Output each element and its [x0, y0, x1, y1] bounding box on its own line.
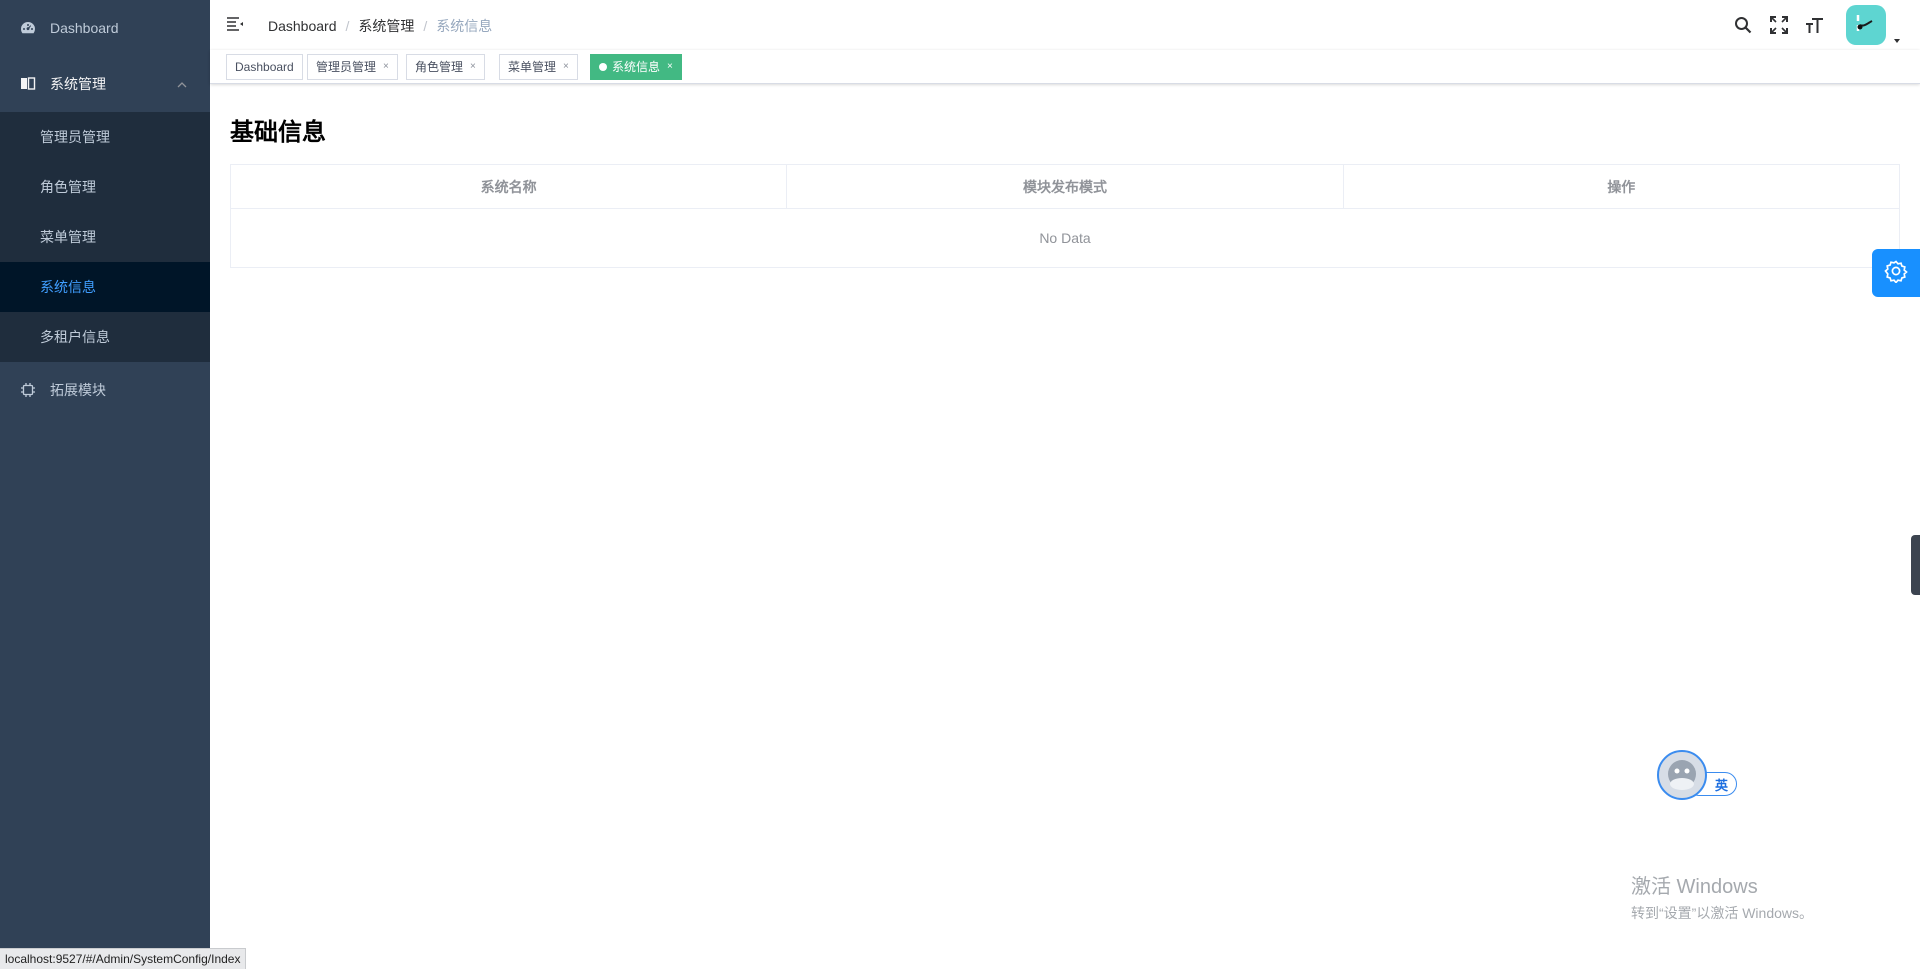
tags-view: Dashboard 管理员管理 × 角色管理 × 菜单管理 × 系统信息 ×	[210, 50, 1920, 84]
edge-panel-handle[interactable]	[1911, 535, 1920, 595]
sidebar-item-admin-management[interactable]: 管理员管理	[0, 112, 210, 162]
user-dropdown[interactable]	[1846, 5, 1902, 45]
page-title: 基础信息	[230, 119, 326, 146]
ime-mascot-icon	[1657, 750, 1707, 800]
tag-admin-management[interactable]: 管理员管理 ×	[307, 54, 398, 80]
close-icon[interactable]: ×	[383, 55, 389, 79]
tag-role-management[interactable]: 角色管理 ×	[406, 54, 485, 80]
breadcrumb-separator: /	[345, 18, 350, 34]
sidebar-item-dashboard[interactable]: Dashboard	[0, 0, 210, 56]
windows-activation-watermark: 激活 Windows 转到“设置”以激活 Windows。	[1631, 870, 1813, 923]
sidebar-item-menu-management[interactable]: 菜单管理	[0, 212, 210, 262]
avatar[interactable]	[1846, 5, 1886, 45]
breadcrumb: Dashboard / 系统管理 / 系统信息	[268, 16, 492, 36]
column-header-actions: 操作	[1607, 178, 1636, 195]
sidebar-item-tenant-info[interactable]: 多租户信息	[0, 312, 210, 362]
settings-button[interactable]	[1872, 249, 1920, 297]
close-icon[interactable]: ×	[470, 55, 476, 79]
dashboard-icon	[20, 20, 36, 36]
search-icon[interactable]	[1732, 14, 1754, 36]
sidebar-item-system-info[interactable]: 系统信息	[0, 262, 210, 312]
sidebar-item-label: 角色管理	[40, 179, 96, 195]
submenu-system: 管理员管理 角色管理 菜单管理 系统信息 多租户信息	[0, 112, 210, 362]
column-header-publish-mode: 模块发布模式	[787, 165, 1344, 208]
hamburger-icon[interactable]	[225, 14, 245, 34]
sidebar-item-label: 管理员管理	[40, 129, 110, 145]
sidebar-item-label: 系统信息	[40, 279, 96, 295]
fullscreen-icon[interactable]	[1768, 14, 1790, 36]
watermark-line-1: 激活 Windows	[1631, 876, 1758, 898]
tag-label: 菜单管理	[508, 60, 557, 74]
sidebar-item-label: Dashboard	[50, 20, 119, 36]
chevron-up-icon	[176, 78, 188, 90]
close-icon[interactable]: ×	[563, 55, 569, 79]
sidebar-group-label: 系统管理	[50, 76, 106, 92]
tag-label: Dashboard	[235, 60, 294, 74]
column-header-system-name: 系统名称	[231, 165, 788, 208]
sidebar-item-label: 拓展模块	[50, 382, 106, 398]
sidebar-item-label: 多租户信息	[40, 329, 110, 345]
sidebar-item-label: 菜单管理	[40, 229, 96, 245]
table-empty-text: No Data	[1039, 230, 1091, 246]
system-icon	[20, 76, 36, 92]
gear-icon	[1884, 259, 1908, 288]
breadcrumb-item-system[interactable]: 系统管理	[358, 16, 414, 36]
navbar: Dashboard / 系统管理 / 系统信息	[210, 0, 1920, 50]
sidebar-item-extension[interactable]: 拓展模块	[0, 362, 210, 418]
breadcrumb-item-current: 系统信息	[436, 18, 493, 34]
status-url: localhost:9527/#/Admin/SystemConfig/Inde…	[0, 948, 247, 969]
table-header: 系统名称 模块发布模式 操作	[231, 165, 1899, 209]
tag-label: 管理员管理	[316, 60, 377, 74]
sidebar: Dashboard 系统管理 管理员管理 角色管理 菜单管理 系统信息 多租户信…	[0, 0, 210, 969]
watermark-line-2: 转到“设置”以激活 Windows。	[1631, 905, 1814, 921]
main-content: 基础信息 系统名称 模块发布模式 操作 No Data	[210, 84, 1920, 969]
chip-icon	[20, 382, 36, 398]
tag-menu-management[interactable]: 菜单管理 ×	[499, 54, 578, 80]
tag-label: 角色管理	[415, 60, 464, 74]
tag-system-info[interactable]: 系统信息 ×	[590, 54, 682, 80]
caret-down-icon	[1892, 33, 1902, 43]
ime-widget[interactable]: 英	[1657, 750, 1739, 800]
breadcrumb-item-dashboard[interactable]: Dashboard	[268, 18, 337, 34]
navbar-right-menu	[1732, 0, 1920, 50]
sidebar-group-system[interactable]: 系统管理	[0, 56, 210, 112]
tag-label: 系统信息	[612, 60, 661, 74]
system-info-table: 系统名称 模块发布模式 操作 No Data	[230, 164, 1900, 268]
active-dot-icon	[599, 63, 607, 71]
tag-dashboard[interactable]: Dashboard	[226, 54, 303, 80]
breadcrumb-separator: /	[423, 18, 428, 34]
sidebar-item-role-management[interactable]: 角色管理	[0, 162, 210, 212]
font-size-icon[interactable]	[1804, 14, 1826, 36]
app-root: Dashboard 系统管理 管理员管理 角色管理 菜单管理 系统信息 多租户信…	[0, 0, 1920, 969]
close-icon[interactable]: ×	[667, 55, 673, 79]
